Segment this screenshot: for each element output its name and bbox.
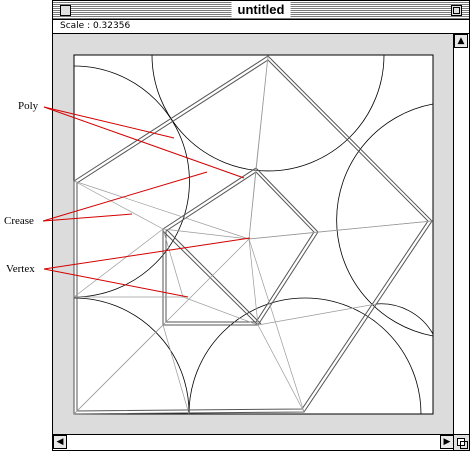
vertex-label: Vertex bbox=[6, 263, 35, 275]
info-bar: Scale : 0.32356 bbox=[53, 20, 469, 34]
close-box[interactable] bbox=[60, 5, 71, 16]
document-window: untitled Scale : 0.32356 ▲ ◀ ▶ bbox=[52, 0, 470, 451]
poly-label: Poly bbox=[18, 100, 39, 112]
canvas-area[interactable] bbox=[53, 34, 454, 435]
size-box-icon[interactable] bbox=[453, 434, 469, 450]
horizontal-scrollbar[interactable]: ◀ ▶ bbox=[53, 434, 454, 450]
title-bar[interactable]: untitled bbox=[53, 1, 469, 20]
scale-readout: Scale : 0.32356 bbox=[60, 21, 131, 31]
up-arrow-icon[interactable]: ▲ bbox=[454, 34, 468, 48]
crease-label: Crease bbox=[4, 215, 34, 227]
zoom-box[interactable] bbox=[451, 5, 462, 16]
vertical-scrollbar[interactable]: ▲ bbox=[453, 34, 469, 435]
crease-pattern[interactable] bbox=[53, 34, 454, 435]
left-arrow-icon[interactable]: ◀ bbox=[53, 435, 67, 449]
right-arrow-icon[interactable]: ▶ bbox=[440, 435, 454, 449]
window-title: untitled bbox=[231, 2, 291, 18]
